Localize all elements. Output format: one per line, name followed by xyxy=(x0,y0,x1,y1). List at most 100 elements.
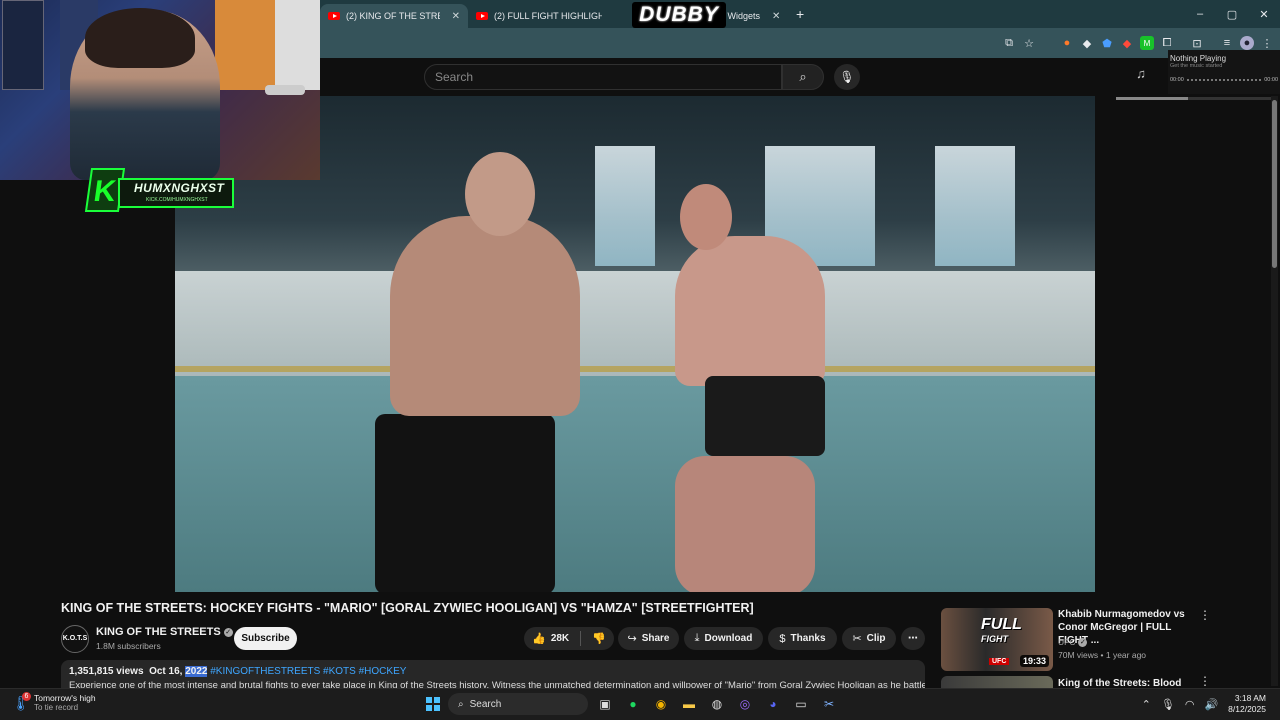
upload-year-selected: 2022 xyxy=(185,666,208,677)
snipping-tool-icon[interactable]: ✂ xyxy=(818,693,840,715)
tab-search-icon[interactable]: ⊡ xyxy=(1190,36,1204,50)
clip-label: Clip xyxy=(866,633,886,644)
install-app-icon[interactable]: ⧉ xyxy=(1002,36,1016,50)
tray-overflow-chevron-icon[interactable]: ⌃ xyxy=(1142,698,1151,711)
share-button[interactable]: ↪ Share xyxy=(618,627,679,650)
minimize-button[interactable]: – xyxy=(1184,8,1216,21)
recommendation-item[interactable]: King of the Streets: Blood ⋮ xyxy=(941,676,1211,688)
recommendation-item[interactable]: FULL FIGHT UFC 19:33 Khabib Nurmagomedov… xyxy=(941,608,1211,674)
page-scrollbar-thumb[interactable] xyxy=(1272,100,1277,268)
share-arrow-icon: ↪ xyxy=(627,633,637,645)
tab-full-fight-highlights[interactable]: (2) FULL FIGHT HIGHLIGHTS | M xyxy=(468,4,618,28)
thanks-button[interactable]: $ Thanks xyxy=(768,627,837,650)
start-button[interactable] xyxy=(424,695,442,713)
wall-poster xyxy=(275,0,320,90)
share-label: Share xyxy=(641,633,670,644)
youtube-favicon-icon xyxy=(476,12,488,20)
media-app-icon[interactable]: ◎ xyxy=(734,693,756,715)
thumbs-down-icon[interactable]: 👎 xyxy=(592,632,606,645)
extension-green-icon[interactable]: M xyxy=(1140,36,1154,50)
microphone-icon: 🎙 xyxy=(839,70,855,84)
task-view-icon[interactable]: ▣ xyxy=(594,693,616,715)
verified-check-icon: ✓ xyxy=(223,627,233,637)
microphone-arm xyxy=(265,85,305,95)
weather-subtitle: To tie record xyxy=(34,703,79,712)
new-tab-button[interactable]: + xyxy=(788,6,812,22)
video-duration: 19:33 xyxy=(1019,655,1049,667)
music-widget-icon[interactable]: ♫ xyxy=(1132,66,1150,84)
thanks-label: Thanks xyxy=(790,633,826,644)
now-playing-progress-fill xyxy=(1116,97,1188,100)
taskbar-search-label: Search xyxy=(469,698,502,710)
subscriber-count: 1.8M subscribers xyxy=(96,641,161,651)
super-thanks-icon: $ xyxy=(779,632,786,645)
more-actions-button[interactable]: ⋯ xyxy=(901,627,925,650)
close-window-button[interactable]: ✕ xyxy=(1248,8,1280,21)
close-tab-icon[interactable]: ✕ xyxy=(452,11,460,22)
recommendation-menu-icon[interactable]: ⋮ xyxy=(1199,608,1211,622)
like-dislike-group: 👍 28K 👎 xyxy=(524,627,614,650)
close-tab-icon[interactable]: ✕ xyxy=(772,11,780,22)
extension-diamond-icon[interactable]: ◆ xyxy=(1080,36,1094,50)
restore-button[interactable]: ▢ xyxy=(1216,8,1248,21)
tab-kots-video[interactable]: (2) KING OF THE STREETS: HOC ✕ xyxy=(320,4,468,28)
ice-surface xyxy=(175,376,1095,592)
now-playing-end-time: 00:00 xyxy=(1264,77,1278,83)
description-meta: 1,351,815 views Oct 16, 2022 #KINGOFTHES… xyxy=(69,666,917,677)
fighter-right-shorts xyxy=(705,376,825,456)
ufc-badge: UFC xyxy=(989,658,1010,665)
wifi-icon[interactable]: ◠ xyxy=(1185,698,1195,711)
hashtags[interactable]: #KINGOFTHESTREETS #KOTS #HOCKEY xyxy=(210,666,406,677)
recommendation-thumbnail[interactable]: FULL FIGHT UFC 19:33 xyxy=(941,608,1053,671)
like-count[interactable]: 28K xyxy=(551,633,569,644)
chrome-icon[interactable]: ◉ xyxy=(650,693,672,715)
voice-search-button[interactable]: 🎙 xyxy=(834,64,860,90)
recommendation-thumbnail[interactable] xyxy=(941,676,1053,688)
streamer-name: HUMXNGHXST xyxy=(134,181,225,195)
now-playing-subtitle: Get the music started xyxy=(1170,63,1223,69)
reading-list-icon[interactable]: ≡ xyxy=(1220,36,1234,50)
download-button[interactable]: ⤓ Download xyxy=(684,627,763,650)
clip-button[interactable]: ✂ Clip xyxy=(842,627,896,650)
system-tray: ⌃ 🎙 ◠ 🔊 3:18 AM 8/12/2025 xyxy=(1142,693,1266,715)
thumbnail-label: FULL xyxy=(981,616,1022,633)
wall-poster xyxy=(2,0,44,90)
file-explorer-icon[interactable]: ▬ xyxy=(678,693,700,715)
spotify-icon[interactable]: ● xyxy=(622,693,644,715)
profile-avatar-icon[interactable]: ● xyxy=(1240,36,1254,50)
now-playing-progress-bar[interactable] xyxy=(1116,97,1276,100)
obs-icon[interactable]: ◍ xyxy=(706,693,728,715)
recommendation-title[interactable]: King of the Streets: Blood xyxy=(1058,677,1200,688)
search-input[interactable]: Search xyxy=(424,64,782,90)
taskbar-clock[interactable]: 3:18 AM 8/12/2025 xyxy=(1228,693,1266,715)
description-box[interactable]: 1,351,815 views Oct 16, 2022 #KINGOFTHES… xyxy=(61,660,925,690)
verified-check-icon: ✓ xyxy=(1078,638,1088,648)
volume-icon[interactable]: 🔊 xyxy=(1204,698,1218,711)
weather-widget[interactable]: 🌡 6 Tomorrow's high To tie record xyxy=(12,691,96,712)
fighter-left-torso xyxy=(390,216,580,416)
subscribe-button[interactable]: Subscribe xyxy=(234,627,297,650)
terminal-icon[interactable]: ▭ xyxy=(790,693,812,715)
bookmark-star-icon[interactable]: ☆ xyxy=(1022,36,1036,50)
microphone-tray-icon[interactable]: 🎙 xyxy=(1161,698,1175,711)
discord-icon[interactable]: ◕ xyxy=(762,693,784,715)
more-dots-icon: ⋯ xyxy=(908,633,918,644)
extension-orange-icon[interactable]: ● xyxy=(1060,36,1074,50)
channel-name[interactable]: KING OF THE STREETS ✓ xyxy=(96,626,233,638)
fighter-right-torso xyxy=(675,236,825,386)
youtube-favicon-icon xyxy=(328,12,340,20)
recommendation-menu-icon[interactable]: ⋮ xyxy=(1199,676,1211,688)
extension-red-icon[interactable]: ◆ xyxy=(1120,36,1134,50)
channel-avatar[interactable]: K.O.T.S xyxy=(61,625,89,653)
search-button[interactable]: ⌕ xyxy=(782,64,824,90)
extensions-puzzle-icon[interactable]: ⧠ xyxy=(1160,36,1174,50)
tab-label: (2) FULL FIGHT HIGHLIGHTS | M xyxy=(494,11,602,21)
recommendation-channel[interactable]: UFC ✓ xyxy=(1058,637,1088,648)
thumbs-up-icon[interactable]: 👍 xyxy=(532,632,546,645)
extension-blue-icon[interactable]: ⬟ xyxy=(1100,36,1114,50)
browser-menu-icon[interactable]: ⋮ xyxy=(1260,36,1274,50)
clock-time: 3:18 AM xyxy=(1234,693,1266,703)
now-playing-track[interactable] xyxy=(1186,79,1262,81)
recommendation-meta: 70M views • 1 year ago xyxy=(1058,650,1147,660)
taskbar-search[interactable]: ⌕ Search xyxy=(448,693,588,715)
